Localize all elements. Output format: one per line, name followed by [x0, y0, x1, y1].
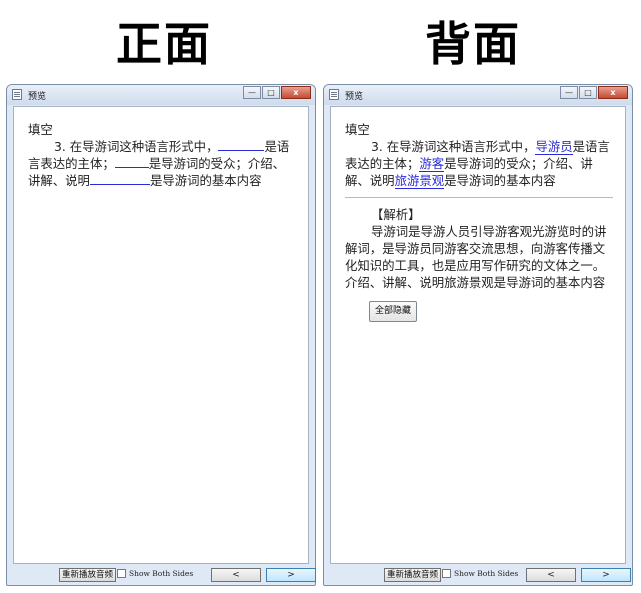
next-button[interactable]: > — [581, 568, 631, 582]
card-content: 填空 3. 在导游词这种语言形式中， 是语言表达的主体； 是导游词的受众；介绍、讲解… — [13, 106, 309, 564]
maximize-button[interactable]: □ — [262, 86, 280, 99]
prev-button[interactable]: < — [211, 568, 261, 582]
title-bar: 预览 — □ x — [7, 85, 315, 105]
title-bar: 预览 — □ x — [324, 85, 632, 105]
show-both-sides-toggle[interactable]: Show Both Sides — [117, 569, 193, 578]
show-both-sides-label: Show Both Sides — [129, 569, 194, 578]
back-preview-window: 预览 — □ x 填空 3. 在导游词这种语言形式中，导游员是语言表达的主体；游… — [323, 84, 633, 586]
blank-1-cont — [248, 138, 265, 151]
maximize-button[interactable]: □ — [579, 86, 597, 99]
blank-1 — [218, 138, 249, 151]
question-part-4: 是导游词的基本内容 — [149, 173, 262, 188]
prev-button[interactable]: < — [526, 568, 576, 582]
card-content: 填空 3. 在导游词这种语言形式中，导游员是语言表达的主体；游客是导游词的受众；… — [330, 106, 626, 564]
question-text: 3. 在导游词这种语言形式中，导游员是语言表达的主体；游客是导游词的受众；介绍、… — [345, 138, 613, 189]
bottom-toolbar: 重新播放音频 Show Both Sides < > — [324, 565, 632, 585]
show-both-sides-toggle[interactable]: Show Both Sides — [442, 569, 518, 578]
close-button[interactable]: x — [281, 86, 311, 99]
divider — [345, 197, 613, 198]
back-heading: 背面 — [425, 17, 521, 71]
show-both-sides-label: Show Both Sides — [454, 569, 519, 578]
minimize-button[interactable]: — — [243, 86, 261, 99]
answer-1: 导游员 — [535, 139, 573, 155]
answer-3: 旅游景观 — [394, 173, 445, 189]
replay-audio-button[interactable]: 重新播放音频 — [59, 568, 117, 582]
card-type-label: 填空 — [345, 122, 370, 137]
minimize-button[interactable]: — — [560, 86, 578, 99]
show-both-sides-checkbox[interactable] — [442, 569, 451, 578]
question-part-4: 是导游词的基本内容 — [444, 173, 556, 188]
analysis-text: 导游词是导游人员引导游客观光游览时的讲解词，是导游员同游客交流思想，向游客传播文… — [345, 224, 607, 290]
bottom-toolbar: 重新播放音频 Show Both Sides < > — [7, 565, 316, 585]
replay-audio-button[interactable]: 重新播放音频 — [384, 568, 442, 582]
question-part-1: 在导游词这种语言形式中， — [69, 139, 219, 154]
next-button[interactable]: > — [266, 568, 316, 582]
front-heading: 正面 — [116, 17, 212, 71]
close-button[interactable]: x — [598, 86, 628, 99]
window-title: 预览 — [345, 92, 364, 102]
question-text: 3. 在导游词这种语言形式中， 是语言表达的主体； 是导游词的受众；介绍、讲解、说明… — [28, 138, 296, 189]
question-part-1: 在导游词这种语言形式中， — [386, 139, 536, 154]
question-number: 3. — [54, 139, 66, 154]
blank-3 — [89, 172, 150, 185]
answer-2: 游客 — [419, 156, 445, 172]
card-type-label: 填空 — [28, 122, 53, 137]
question-number: 3. — [371, 139, 383, 154]
hide-all-button[interactable]: 全部隐藏 — [369, 301, 418, 322]
blank-2 — [114, 155, 149, 168]
show-both-sides-checkbox[interactable] — [117, 569, 126, 578]
window-title: 预览 — [28, 92, 47, 102]
analysis-title: 【解析】 — [371, 207, 421, 222]
app-icon — [329, 89, 339, 100]
app-icon — [12, 89, 22, 100]
front-preview-window: 预览 — □ x 填空 3. 在导游词这种语言形式中， 是语言表达的主体； 是导游词… — [6, 84, 316, 586]
